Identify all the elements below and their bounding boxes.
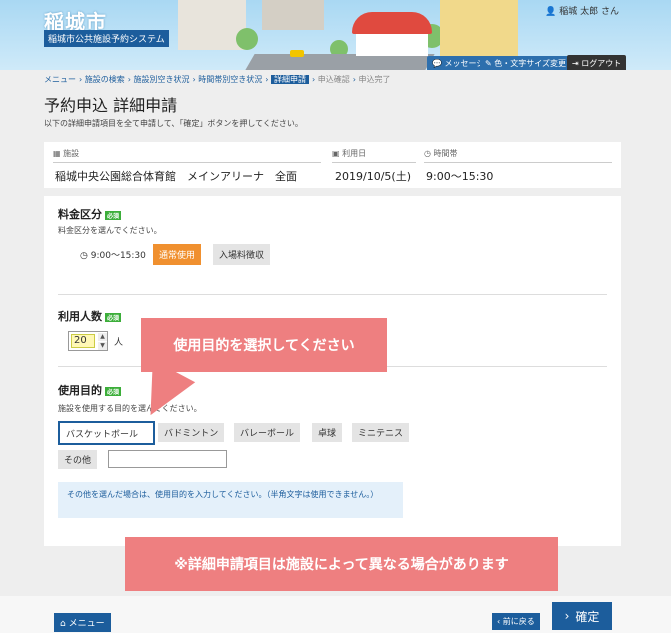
page-intro: 以下の詳細申請項目を全て申請して、「確定」ボタンを押してください。	[44, 119, 303, 128]
fee-time-text: 9:00〜15:30	[90, 251, 146, 261]
gym-illustration	[356, 34, 428, 56]
system-name: 稲城市公共施設予約システム	[44, 30, 169, 47]
date-header: ▣ 利用日	[332, 148, 366, 159]
logout-icon: ⇥	[572, 59, 579, 68]
purpose-option-basketball[interactable]: バスケットボール	[58, 421, 155, 445]
increment-icon[interactable]: ▲	[98, 333, 107, 341]
callout-detail-note: ※詳細申請項目は施設によって異なる場合があります	[125, 537, 558, 591]
decrement-icon[interactable]: ▼	[98, 342, 107, 350]
divider	[424, 162, 612, 163]
purpose-heading-text: 使用目的	[58, 384, 102, 397]
other-purpose-note: その他を選んだ場合は、使用目的を入力してください。（半角文字は使用できません。）	[58, 482, 403, 518]
purpose-option-table-tennis[interactable]: 卓球	[312, 423, 343, 442]
required-badge: 必須	[105, 386, 122, 396]
divider	[332, 162, 416, 163]
purpose-option-mini-tennis[interactable]: ミニテニス	[352, 423, 410, 442]
building-icon: ▦	[53, 149, 61, 158]
menu-label: メニュー	[68, 619, 105, 629]
home-icon: ⌂	[60, 619, 66, 629]
time-label: 時間帯	[433, 149, 458, 158]
required-badge: 必須	[105, 210, 122, 220]
tree-illustration	[236, 28, 258, 50]
people-heading-text: 利用人数	[58, 310, 102, 323]
fee-heading: 料金区分 必須	[58, 206, 122, 222]
fee-option-normal[interactable]: 通常使用	[153, 244, 202, 265]
confirm-label: 確定	[575, 609, 600, 624]
facility-value: 稲城中央公園総合体育館 メインアリーナ 全面	[55, 170, 297, 183]
site-header: 稲城市 稲城市公共施設予約システム 👤 稲城 太郎 さん 💬 メッセージ ✎ 色…	[0, 0, 671, 70]
date-label: 利用日	[342, 149, 367, 158]
text-size-label: 色・文字サイズ変更	[494, 59, 567, 68]
fee-time-slot: ◷ 9:00〜15:30	[80, 248, 146, 261]
purpose-option-volleyball[interactable]: バレーボール	[234, 423, 301, 442]
user-name-text: 稲城 太郎 さん	[559, 7, 619, 17]
people-unit: 人	[114, 338, 124, 348]
facility-label: 施設	[63, 149, 80, 158]
fee-heading-text: 料金区分	[58, 208, 102, 221]
road-illustration	[245, 54, 435, 70]
breadcrumb-facility-availability[interactable]: 施設別空き状況	[134, 75, 190, 84]
required-badge: 必須	[105, 312, 122, 322]
text-size-button[interactable]: ✎ 色・文字サイズ変更	[480, 56, 572, 70]
divider	[58, 294, 607, 295]
menu-button[interactable]: ⌂ メニュー	[54, 613, 111, 632]
clock-icon: ◷	[424, 149, 431, 158]
back-button[interactable]: ‹ 前に戻る	[492, 613, 540, 630]
car-illustration	[290, 50, 304, 57]
breadcrumb-menu[interactable]: メニュー	[44, 75, 76, 84]
school-illustration	[440, 0, 518, 56]
chevron-right-icon: ›	[564, 609, 570, 623]
logout-label: ログアウト	[581, 59, 622, 68]
building-illustration	[262, 0, 324, 30]
other-purpose-input[interactable]	[108, 450, 227, 468]
purpose-heading: 使用目的 必須	[58, 382, 122, 398]
breadcrumb-search[interactable]: 施設の検索	[85, 75, 125, 84]
back-label: 前に戻る	[502, 617, 535, 626]
breadcrumb-confirm: 申込確認	[317, 75, 350, 84]
callout-select-purpose: 使用目的を選択してください	[141, 318, 387, 372]
gym-roof-illustration	[352, 12, 432, 34]
breadcrumb-current: 詳細申請	[271, 75, 309, 84]
calendar-icon: ▣	[332, 149, 340, 158]
breadcrumb: メニュー › 施設の検索 › 施設別空き状況 › 時間帯別空き状況 › 詳細申請 › 申込…	[44, 75, 391, 84]
clock-icon: ◷	[80, 251, 88, 261]
confirm-button[interactable]: › 確定	[552, 602, 612, 630]
breadcrumb-complete: 申込完了	[358, 75, 391, 84]
pencil-icon: ✎	[485, 59, 492, 68]
chat-icon: 💬	[432, 59, 442, 68]
fee-option-admission[interactable]: 入場料徴収	[213, 244, 271, 265]
time-value: 9:00〜15:30	[426, 170, 494, 183]
people-stepper[interactable]: 20 ▲ ▼	[68, 331, 108, 351]
breadcrumb-time-availability[interactable]: 時間帯別空き状況	[198, 75, 262, 84]
user-name: 👤 稲城 太郎 さん	[545, 4, 619, 17]
purpose-option-other[interactable]: その他	[58, 450, 98, 469]
reservation-summary: ▦ 施設 稲城中央公園総合体育館 メインアリーナ 全面 ▣ 利用日 2019/1…	[44, 142, 621, 188]
people-heading: 利用人数 必須	[58, 308, 122, 324]
purpose-option-badminton[interactable]: バドミントン	[158, 423, 225, 442]
facility-header: ▦ 施設	[53, 148, 79, 159]
fee-description: 料金区分を選んでください。	[58, 226, 162, 235]
user-icon: 👤	[545, 7, 557, 17]
page-title: 予約申込 詳細申請	[44, 96, 178, 115]
people-input[interactable]: 20	[71, 334, 95, 348]
logout-button[interactable]: ⇥ ログアウト	[567, 55, 627, 70]
time-header: ◷ 時間帯	[424, 148, 458, 159]
date-value: 2019/10/5(土)	[335, 170, 411, 183]
message-label: メッセージ	[444, 59, 485, 68]
chevron-left-icon: ‹	[497, 617, 501, 626]
divider	[53, 162, 321, 163]
